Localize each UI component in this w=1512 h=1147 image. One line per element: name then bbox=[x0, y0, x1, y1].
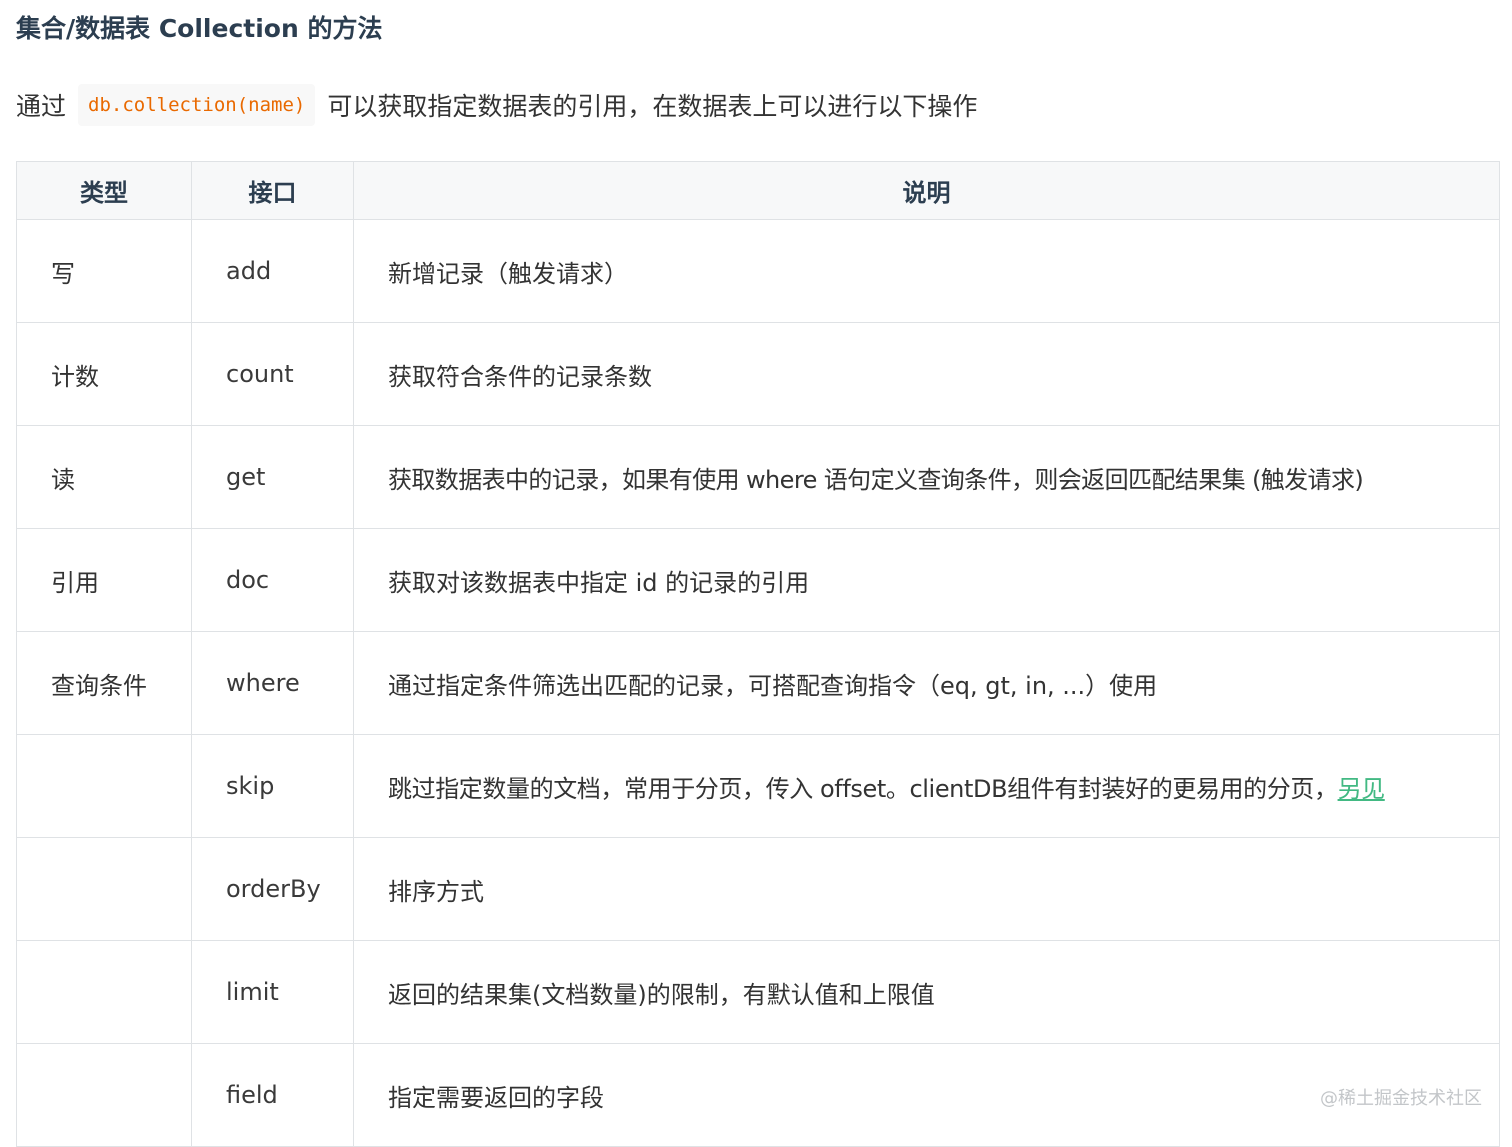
cell-type: 计数 bbox=[16, 322, 192, 426]
cell-api: limit bbox=[191, 940, 354, 1044]
table-row: skip 跳过指定数量的文档，常用于分页，传入 offset。clientDB组… bbox=[16, 734, 1500, 838]
header-description: 说明 bbox=[353, 161, 1500, 220]
intro-paragraph: 通过 db.collection(name) 可以获取指定数据表的引用，在数据表… bbox=[16, 84, 977, 126]
see-also-link[interactable]: 另见 bbox=[1338, 775, 1386, 803]
table-header-row: 类型 接口 说明 bbox=[16, 161, 1500, 220]
cell-api: where bbox=[191, 631, 354, 735]
cell-description: 获取数据表中的记录，如果有使用 where 语句定义查询条件，则会返回匹配结果集… bbox=[353, 425, 1500, 529]
header-api: 接口 bbox=[191, 161, 354, 220]
table-row: 读 get 获取数据表中的记录，如果有使用 where 语句定义查询条件，则会返… bbox=[16, 425, 1500, 529]
cell-api: get bbox=[191, 425, 354, 529]
table-row: 计数 count 获取符合条件的记录条数 bbox=[16, 322, 1500, 426]
watermark: @稀土掘金技术社区 bbox=[1320, 1088, 1482, 1109]
table-row: field 指定需要返回的字段 bbox=[16, 1043, 1500, 1147]
cell-description: 跳过指定数量的文档，常用于分页，传入 offset。clientDB组件有封装好… bbox=[353, 734, 1500, 838]
table-row: orderBy 排序方式 bbox=[16, 837, 1500, 941]
page-title: 集合/数据表 Collection 的方法 bbox=[16, 14, 383, 43]
cell-type: 读 bbox=[16, 425, 192, 529]
cell-api: orderBy bbox=[191, 837, 354, 941]
table-row: 引用 doc 获取对该数据表中指定 id 的记录的引用 bbox=[16, 528, 1500, 632]
cell-type: 写 bbox=[16, 219, 192, 323]
cell-description: 通过指定条件筛选出匹配的记录，可搭配查询指令（eq, gt, in, ...）使… bbox=[353, 631, 1500, 735]
intro-text-before: 通过 bbox=[16, 92, 67, 121]
cell-description: 新增记录（触发请求） bbox=[353, 219, 1500, 323]
cell-api: count bbox=[191, 322, 354, 426]
header-type: 类型 bbox=[16, 161, 192, 220]
cell-api: add bbox=[191, 219, 354, 323]
table-row: limit 返回的结果集(文档数量)的限制，有默认值和上限值 bbox=[16, 940, 1500, 1044]
cell-description: 返回的结果集(文档数量)的限制，有默认值和上限值 bbox=[353, 940, 1500, 1044]
intro-text-after: 可以获取指定数据表的引用，在数据表上可以进行以下操作 bbox=[327, 92, 978, 121]
intro-code: db.collection(name) bbox=[78, 84, 316, 126]
cell-api: skip bbox=[191, 734, 354, 838]
table-row: 查询条件 where 通过指定条件筛选出匹配的记录，可搭配查询指令（eq, gt… bbox=[16, 631, 1500, 735]
description-text: 跳过指定数量的文档，常用于分页，传入 offset。clientDB组件有封装好… bbox=[388, 774, 1338, 803]
cell-type bbox=[16, 734, 192, 838]
cell-api: field bbox=[191, 1043, 354, 1147]
cell-type bbox=[16, 940, 192, 1044]
cell-type: 查询条件 bbox=[16, 631, 192, 735]
cell-description: 获取符合条件的记录条数 bbox=[353, 322, 1500, 426]
cell-description: 获取对该数据表中指定 id 的记录的引用 bbox=[353, 528, 1500, 632]
cell-type bbox=[16, 1043, 192, 1147]
cell-api: doc bbox=[191, 528, 354, 632]
cell-type: 引用 bbox=[16, 528, 192, 632]
methods-table: 类型 接口 说明 写 add 新增记录（触发请求） 计数 count 获取符合条… bbox=[16, 161, 1500, 1147]
cell-description: 排序方式 bbox=[353, 837, 1500, 941]
cell-type bbox=[16, 837, 192, 941]
table-row: 写 add 新增记录（触发请求） bbox=[16, 219, 1500, 323]
